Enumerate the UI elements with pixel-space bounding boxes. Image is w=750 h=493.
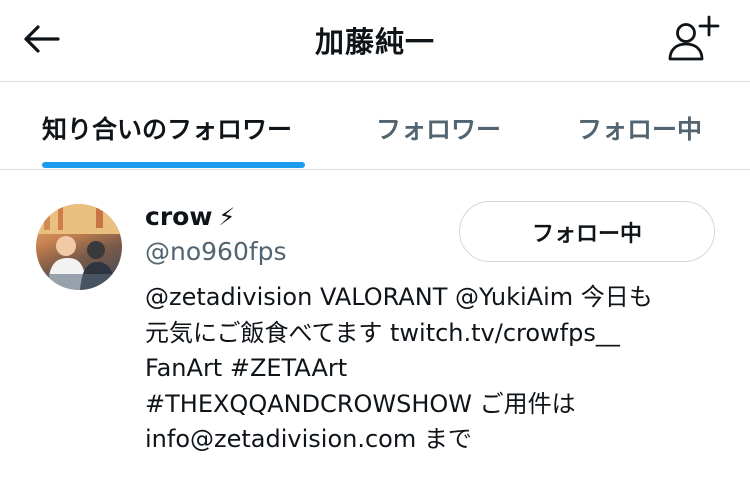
app-screen: 加藤純一 知り合いのフォロワー フォロワー フォロー中 crow ⚡ @no96…	[0, 0, 750, 493]
bio-line: 元気にご飯食べてます twitch.tv/crowfps__	[145, 318, 620, 347]
page-title: 加藤純一	[314, 25, 435, 59]
tab-following[interactable]: フォロー中	[577, 110, 702, 146]
top-bar: 加藤純一	[0, 0, 750, 82]
avatar[interactable]	[36, 204, 122, 290]
bio-line: @zetadivision VALORANT @YukiAim 今日も	[145, 283, 653, 311]
tab-followers-you-know[interactable]: 知り合いのフォロワー	[42, 110, 292, 146]
lightning-icon: ⚡	[218, 202, 236, 231]
user-list-item[interactable]: crow ⚡ @no960fps フォロー中 @zetadivision VAL…	[0, 170, 750, 493]
tab-followers[interactable]: フォロワー	[376, 110, 501, 146]
add-user-button[interactable]	[664, 12, 722, 64]
avatar-photo	[36, 204, 122, 290]
bio-line: info@zetadivision.com まで	[145, 425, 472, 453]
following-button[interactable]: フォロー中	[459, 201, 715, 262]
user-name-line: crow ⚡	[145, 202, 235, 231]
bio-line: FanArt #ZETAArt	[145, 354, 348, 382]
active-tab-indicator	[42, 162, 305, 168]
bio-line: #THEXQQANDCROWSHOW ご用件は	[145, 389, 576, 418]
user-bio: @zetadivision VALORANT @YukiAim 今日も 元気にご…	[145, 280, 725, 458]
tab-bar: 知り合いのフォロワー フォロワー フォロー中	[0, 82, 750, 170]
user-name[interactable]: crow	[145, 202, 212, 231]
person-plus-icon	[668, 15, 720, 61]
user-handle[interactable]: @no960fps	[145, 237, 287, 266]
